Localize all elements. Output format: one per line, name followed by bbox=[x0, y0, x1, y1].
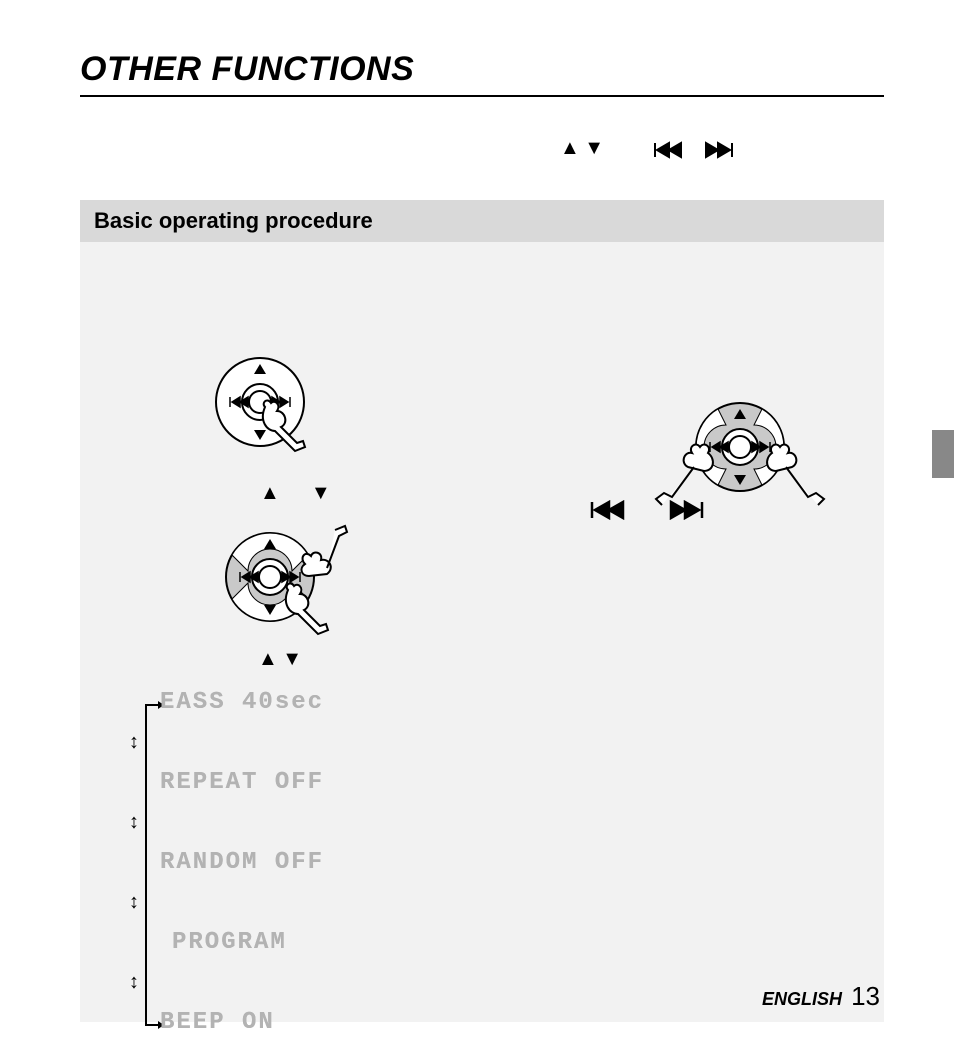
up-icon: ▲ bbox=[560, 137, 580, 159]
control-pad-illustration-3 bbox=[640, 392, 840, 522]
up-icon: ▲ bbox=[260, 482, 280, 504]
skip-back-icon bbox=[653, 141, 691, 158]
footer-page-number: 13 bbox=[851, 981, 880, 1011]
control-pad-illustration-1: ▲ ▼ bbox=[200, 352, 340, 505]
menu-item: RANDOM OFF bbox=[160, 849, 324, 876]
updown-icon: ↕ bbox=[110, 891, 160, 914]
page-title: OTHER FUNCTIONS bbox=[80, 50, 884, 97]
menu-item: BEEP ON bbox=[160, 1009, 275, 1036]
updown-icon: ↕ bbox=[110, 731, 160, 754]
section-body: ▲ ▼ bbox=[80, 242, 884, 1022]
menu-item: REPEAT OFF bbox=[160, 769, 324, 796]
control-pad-illustration-2: ▲ ▼ bbox=[200, 522, 370, 671]
menu-list: EASS 40sec ↕ REPEAT OFF ↕ RANDOM OFF ↕ P… bbox=[110, 682, 324, 1042]
footer-language: ENGLISH bbox=[762, 989, 842, 1009]
section-header: Basic operating procedure bbox=[80, 200, 884, 242]
page-edge-tab bbox=[932, 430, 954, 478]
skip-back-icon bbox=[590, 501, 634, 518]
page-footer: ENGLISH 13 bbox=[762, 981, 880, 1012]
header-icons: ▲ ▼ bbox=[560, 137, 884, 160]
down-icon: ▼ bbox=[311, 482, 331, 504]
updown-icon: ↕ bbox=[110, 971, 160, 994]
skip-forward-icon bbox=[704, 141, 738, 158]
down-icon: ▼ bbox=[282, 648, 302, 670]
down-icon: ▼ bbox=[584, 137, 604, 159]
menu-item: PROGRAM bbox=[172, 929, 287, 956]
up-icon: ▲ bbox=[258, 648, 278, 670]
updown-icon: ↕ bbox=[110, 811, 160, 834]
menu-item: EASS 40sec bbox=[160, 689, 324, 716]
